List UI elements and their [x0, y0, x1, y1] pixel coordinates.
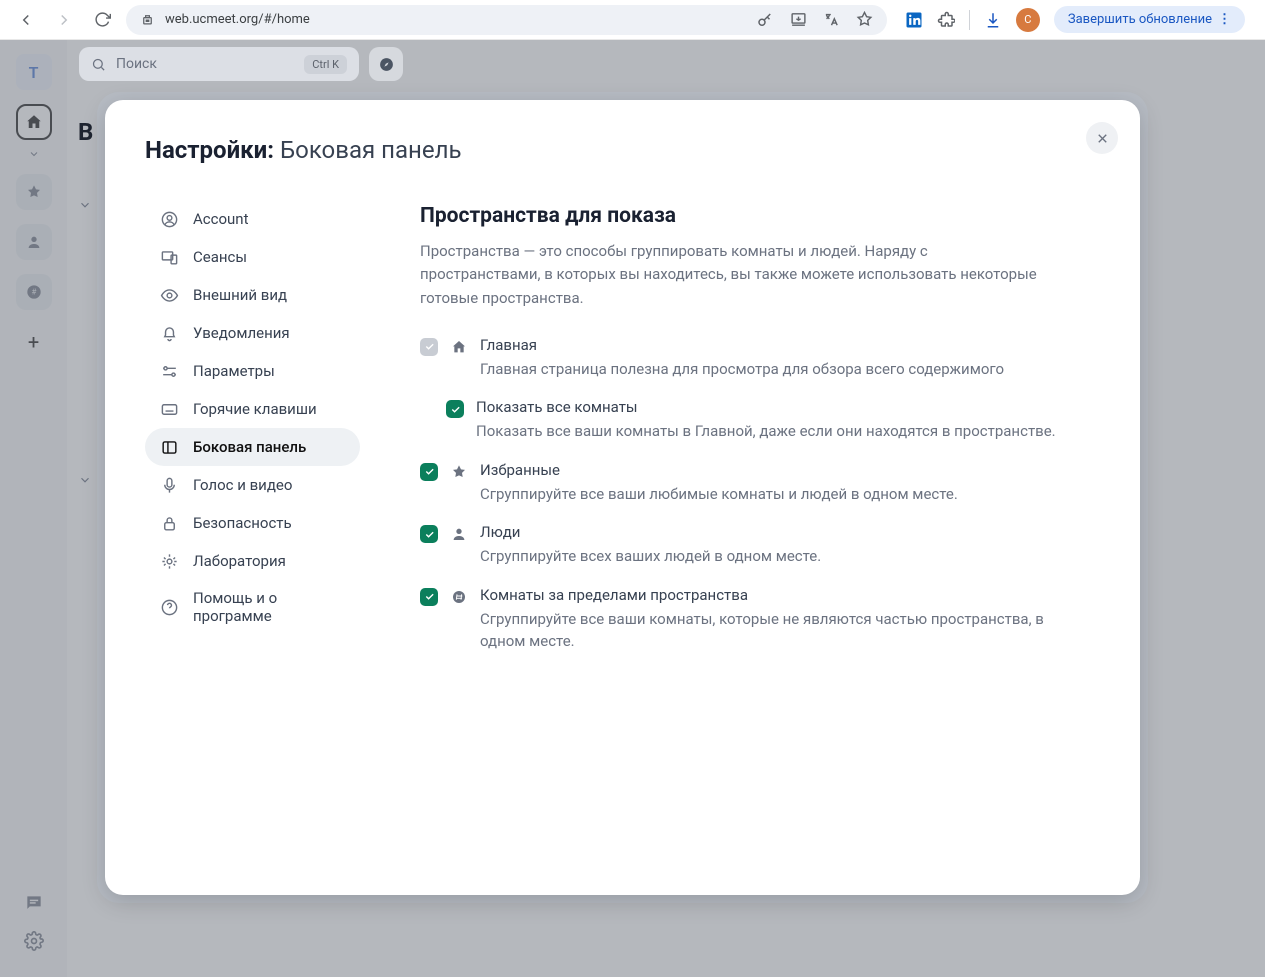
title-prefix: Настройки:	[145, 136, 274, 164]
nav-labs[interactable]: Лаборатория	[145, 542, 360, 580]
option-home: Главная Главная страница полезна для про…	[420, 336, 1100, 381]
nav-appearance[interactable]: Внешний вид	[145, 276, 360, 314]
lock-icon	[159, 513, 179, 533]
back-button[interactable]	[12, 6, 40, 34]
section-chevron-icon[interactable]	[78, 198, 92, 212]
checkbox-outside[interactable]	[420, 588, 438, 606]
nav-label: Голос и видео	[193, 476, 292, 494]
option-sub: Сгруппируйте все ваши комнаты, которые н…	[480, 608, 1080, 653]
help-icon	[159, 597, 179, 617]
forward-button[interactable]	[50, 6, 78, 34]
checkbox-favorites[interactable]	[420, 463, 438, 481]
user-circle-icon	[159, 209, 179, 229]
option-label: Показать все комнаты	[476, 398, 1100, 416]
browser-right-icons: C Завершить обновление ⋮	[897, 6, 1253, 33]
url-text: web.ucmeet.org/#/home	[165, 12, 310, 27]
profile-avatar[interactable]: C	[1016, 8, 1040, 32]
checkbox-people[interactable]	[420, 525, 438, 543]
section-chevron-icon[interactable]	[78, 473, 92, 487]
page-initial: В	[78, 118, 93, 146]
key-icon[interactable]	[756, 11, 774, 29]
option-label: Главная	[480, 336, 1100, 354]
close-button[interactable]	[1086, 122, 1118, 154]
close-icon	[1095, 131, 1110, 146]
settings-nav: Account Сеансы Внешний вид Уведомления П…	[145, 200, 360, 863]
option-label: Люди	[480, 523, 1100, 541]
checkbox-show-all[interactable]	[446, 400, 464, 418]
address-bar[interactable]: web.ucmeet.org/#/home	[126, 5, 887, 35]
hash-circle-icon	[450, 588, 468, 606]
option-sub: Показать все ваши комнаты в Главной, даж…	[476, 420, 1076, 443]
nav-label: Внешний вид	[193, 286, 287, 304]
section-description: Пространства — это способы группировать …	[420, 240, 1040, 310]
search-shortcut: Ctrl K	[304, 55, 347, 74]
search-icon	[91, 57, 106, 72]
divider	[969, 10, 970, 30]
bell-icon	[159, 323, 179, 343]
nav-label: Уведомления	[193, 324, 290, 342]
nav-label: Горячие клавиши	[193, 400, 317, 418]
option-rooms-outside: Комнаты за пределами пространства Сгрупп…	[420, 586, 1100, 653]
devices-icon	[159, 247, 179, 267]
person-icon	[450, 525, 468, 543]
nav-label: Параметры	[193, 362, 275, 380]
nav-label: Лаборатория	[193, 552, 286, 570]
flask-icon	[159, 551, 179, 571]
site-settings-icon	[140, 12, 155, 27]
option-sub: Сгруппируйте все ваши любимые комнаты и …	[480, 483, 1080, 506]
modal-title: Настройки: Боковая панель	[145, 136, 1100, 164]
option-sub: Сгруппируйте всех ваших людей в одном ме…	[480, 545, 1080, 568]
home-icon	[450, 338, 468, 356]
option-label: Комнаты за пределами пространства	[480, 586, 1100, 604]
nav-notifications[interactable]: Уведомления	[145, 314, 360, 352]
sidebar-icon	[159, 437, 179, 457]
option-sub: Главная страница полезна для просмотра д…	[480, 358, 1080, 381]
avatar-letter: C	[1024, 13, 1031, 26]
explore-button[interactable]	[369, 47, 403, 81]
nav-voice[interactable]: Голос и видео	[145, 466, 360, 504]
option-favorites: Избранные Сгруппируйте все ваши любимые …	[420, 461, 1100, 506]
keyboard-icon	[159, 399, 179, 419]
nav-preferences[interactable]: Параметры	[145, 352, 360, 390]
browser-toolbar: web.ucmeet.org/#/home C Завершить обновл…	[0, 0, 1265, 40]
nav-sidebar[interactable]: Боковая панель	[145, 428, 360, 466]
mic-icon	[159, 475, 179, 495]
nav-security[interactable]: Безопасность	[145, 504, 360, 542]
nav-account[interactable]: Account	[145, 200, 360, 238]
nav-help[interactable]: Помощь и о программе	[145, 580, 360, 634]
title-section: Боковая панель	[280, 136, 462, 164]
nav-label: Безопасность	[193, 514, 292, 532]
settings-content: Пространства для показа Пространства — э…	[420, 200, 1100, 863]
search-input[interactable]: Поиск Ctrl K	[79, 47, 359, 81]
search-placeholder: Поиск	[116, 56, 157, 72]
extensions-icon[interactable]	[937, 11, 955, 29]
option-people: Люди Сгруппируйте всех ваших людей в одн…	[420, 523, 1100, 568]
linkedin-icon[interactable]	[905, 11, 923, 29]
download-icon[interactable]	[984, 11, 1002, 29]
option-label: Избранные	[480, 461, 1100, 479]
nav-sessions[interactable]: Сеансы	[145, 238, 360, 276]
nav-label: Сеансы	[193, 248, 247, 266]
nav-label: Боковая панель	[193, 438, 306, 456]
translate-icon[interactable]	[823, 11, 840, 28]
section-heading: Пространства для показа	[420, 204, 1100, 228]
app-topbar: Поиск Ctrl K	[67, 40, 415, 88]
eye-icon	[159, 285, 179, 305]
install-app-icon[interactable]	[790, 11, 807, 28]
nav-keyboard[interactable]: Горячие клавиши	[145, 390, 360, 428]
settings-modal: Настройки: Боковая панель Account Сеансы…	[105, 100, 1140, 895]
checkbox-home	[420, 338, 438, 356]
star-icon	[450, 463, 468, 481]
sliders-icon	[159, 361, 179, 381]
option-show-all-rooms: Показать все комнаты Показать все ваши к…	[446, 398, 1100, 443]
menu-dots-icon: ⋮	[1218, 12, 1231, 27]
update-button[interactable]: Завершить обновление ⋮	[1054, 6, 1245, 33]
bookmark-star-icon[interactable]	[856, 11, 873, 28]
reload-button[interactable]	[88, 6, 116, 34]
nav-label: Account	[193, 210, 249, 228]
nav-label: Помощь и о программе	[193, 589, 346, 625]
update-label: Завершить обновление	[1068, 12, 1212, 27]
